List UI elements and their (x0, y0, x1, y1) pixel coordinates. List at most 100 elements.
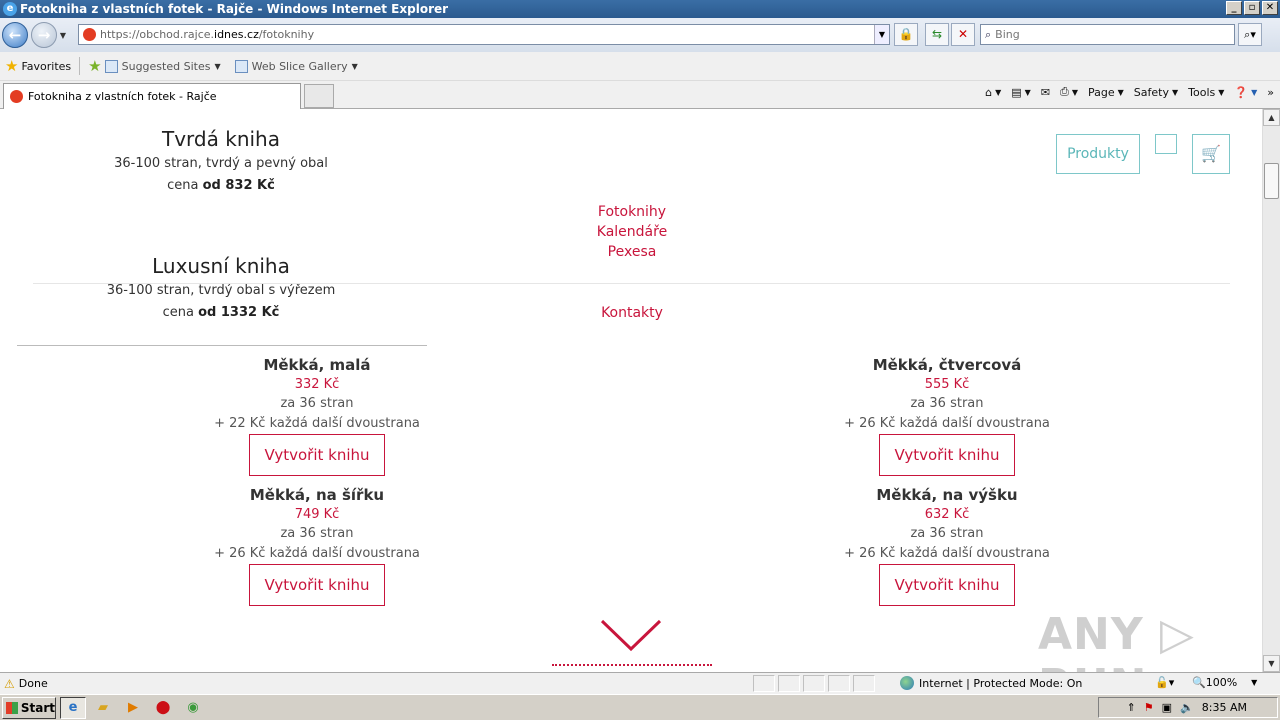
card-price: 555 Kč (924, 377, 970, 392)
book-title-lux: Luxusní kniha (152, 254, 290, 278)
window-controls: _ ▫ ✕ (1226, 1, 1278, 15)
home-button[interactable]: ⌂ ▼ (985, 86, 1001, 99)
card-pages: za 36 stran (280, 526, 354, 541)
taskbar-chrome-icon[interactable]: ◉ (180, 697, 206, 719)
book-title-hard: Tvrdá kniha (162, 127, 280, 151)
product-card: Měkká, na výšku 632 Kč za 36 stran + 26 … (817, 485, 1077, 606)
chevron-down-icon: ▼ (214, 61, 221, 71)
command-bar: ⌂ ▼ ▤ ▼ ✉ ⎙ ▼ Page ▼ Safety ▼ Tools ▼ ❓ ▼ » (985, 85, 1274, 99)
scroll-up-icon[interactable]: ▲ (1263, 109, 1280, 126)
cart-button[interactable]: 🛒 (1192, 134, 1230, 174)
taskbar-media-player-icon[interactable]: ▶ (120, 697, 146, 719)
menu-link-fotoknihy[interactable]: Fotoknihy (562, 204, 702, 220)
print-button[interactable]: ⎙ ▼ (1060, 85, 1078, 99)
address-bar[interactable]: https://obchod.rajce.idnes.cz/fotoknihy … (78, 24, 890, 45)
window-title: Fotokniha z vlastních fotek - Rajče - Wi… (20, 2, 449, 16)
globe-icon (900, 676, 914, 690)
tray-volume-icon[interactable]: 🔈 (1180, 701, 1194, 714)
zoom-level: 100% (1205, 676, 1238, 689)
status-text: Done (18, 677, 48, 690)
search-icon: ⌕ (985, 27, 992, 41)
divider (79, 57, 81, 75)
web-slice-gallery-label: Web Slice Gallery (251, 59, 348, 73)
clipped-text-line (552, 664, 712, 668)
feeds-button[interactable]: ▤ ▼ (1011, 86, 1031, 99)
tray-flag-icon[interactable]: ⚑ (1144, 701, 1154, 714)
tray-expand-icon[interactable]: ⇑ (1127, 701, 1136, 714)
chevron-down-icon: ▼ (1251, 678, 1258, 687)
scroll-down-chevron-icon[interactable] (600, 619, 662, 653)
refresh-icon[interactable]: ⇆ (925, 23, 949, 46)
card-pages: za 36 stran (910, 526, 984, 541)
create-book-button[interactable]: Vytvořit knihu (249, 434, 385, 476)
search-input[interactable]: ⌕ Bing (980, 24, 1235, 45)
tab-label: Fotokniha z vlastních fotek - Rajče (28, 90, 217, 103)
suggested-sites-link[interactable]: Suggested Sites ▼ (104, 59, 221, 73)
create-book-button[interactable]: Vytvořit knihu (879, 434, 1015, 476)
web-slice-gallery-link[interactable]: Web Slice Gallery ▼ (234, 59, 358, 73)
zone-text: Internet | Protected Mode: On (919, 676, 1083, 690)
book-price-hard: cena od 832 Kč (167, 178, 275, 193)
security-zone[interactable]: Internet | Protected Mode: On (900, 676, 1082, 690)
favorites-button[interactable]: ★ Favorites (5, 57, 71, 75)
menu-link-kontakty[interactable]: Kontakty (562, 305, 702, 321)
search-placeholder: Bing (995, 28, 1020, 41)
tray-network-icon[interactable]: ▣ (1162, 701, 1172, 714)
minimize-button[interactable]: _ (1226, 1, 1242, 15)
url-text[interactable]: https://obchod.rajce.idnes.cz/fotoknihy (100, 28, 314, 41)
divider (33, 283, 1230, 284)
chevron-down-icon: ▼ (351, 61, 358, 71)
card-pages: za 36 stran (910, 396, 984, 411)
book-desc-lux: 36-100 stran, tvrdý obal s výřezem (106, 283, 336, 298)
create-book-button[interactable]: Vytvořit knihu (879, 564, 1015, 606)
page-menu[interactable]: Page ▼ (1088, 86, 1124, 99)
new-tab-button[interactable] (304, 84, 334, 108)
address-dropdown-icon[interactable]: ▼ (874, 25, 889, 44)
vertical-scrollbar[interactable]: ▲ ▼ (1262, 109, 1280, 672)
scroll-thumb[interactable] (1264, 163, 1279, 199)
close-button[interactable]: ✕ (1262, 1, 1278, 15)
protected-mode-icon[interactable]: 🔓▾ (1155, 676, 1174, 689)
favorites-bar: ★ Favorites ★ Suggested Sites ▼ Web Slic… (0, 52, 1280, 81)
create-book-button[interactable]: Vytvořit knihu (249, 564, 385, 606)
zoom-control[interactable]: 🔍 100% ▼ (1192, 676, 1257, 689)
tools-menu[interactable]: Tools ▼ (1188, 86, 1224, 99)
maximize-button[interactable]: ▫ (1244, 1, 1260, 15)
favorites-star-icon: ★ (5, 57, 19, 75)
search-button[interactable]: ⌕▾ (1238, 23, 1262, 46)
book-desc-hard: 36-100 stran, tvrdý a pevný obal (114, 156, 328, 171)
add-favorite-icon[interactable]: ★ (88, 57, 101, 75)
mail-icon[interactable]: ✉ (1041, 86, 1050, 99)
scroll-down-icon[interactable]: ▼ (1263, 655, 1280, 672)
page-icon (234, 59, 248, 73)
ie-icon: e (3, 2, 17, 16)
card-price: 749 Kč (294, 507, 340, 522)
tab-active[interactable]: Fotokniha z vlastních fotek - Rajče (3, 83, 301, 109)
stop-icon[interactable]: ✕ (951, 23, 975, 46)
menu-link-kalendare[interactable]: Kalendáře (562, 224, 702, 240)
help-icon[interactable]: ❓ ▼ (1234, 86, 1257, 99)
history-dropdown-icon[interactable]: ▼ (57, 31, 69, 40)
safety-menu[interactable]: Safety ▼ (1134, 86, 1178, 99)
cart-icon: 🛒 (1201, 144, 1221, 163)
card-title: Měkká, na šířku (249, 486, 385, 504)
anyrun-watermark: ANY ▷ RUN (1038, 609, 1195, 672)
taskbar-explorer-icon[interactable]: ▰ (90, 697, 116, 719)
taskbar-opera-icon[interactable]: ⬤ (150, 697, 176, 719)
system-tray: ⇑ ⚑ ▣ 🔈 8:35 AM (1098, 697, 1278, 718)
status-bar: ⚠ Done Internet | Protected Mode: On 🔓▾ … (0, 672, 1280, 694)
forward-button[interactable]: → (31, 22, 57, 48)
menu-link-pexesa[interactable]: Pexesa (562, 244, 702, 260)
back-button[interactable]: ← (2, 22, 28, 48)
favorites-label: Favorites (21, 59, 72, 73)
tab-favicon-icon (10, 90, 23, 103)
overflow-chevron-icon[interactable]: » (1267, 86, 1274, 99)
clock[interactable]: 8:35 AM (1202, 701, 1247, 714)
taskbar-ie-icon[interactable]: e (60, 696, 86, 719)
product-card: Měkká, čtvercová 555 Kč za 36 stran + 26… (817, 355, 1077, 476)
menu-toggle-button[interactable] (1155, 134, 1177, 154)
card-title: Měkká, čtvercová (872, 356, 1022, 374)
lock-icon[interactable]: 🔒 (894, 23, 918, 46)
produkty-button[interactable]: Produkty (1056, 134, 1140, 174)
start-button[interactable]: Start (2, 696, 56, 719)
